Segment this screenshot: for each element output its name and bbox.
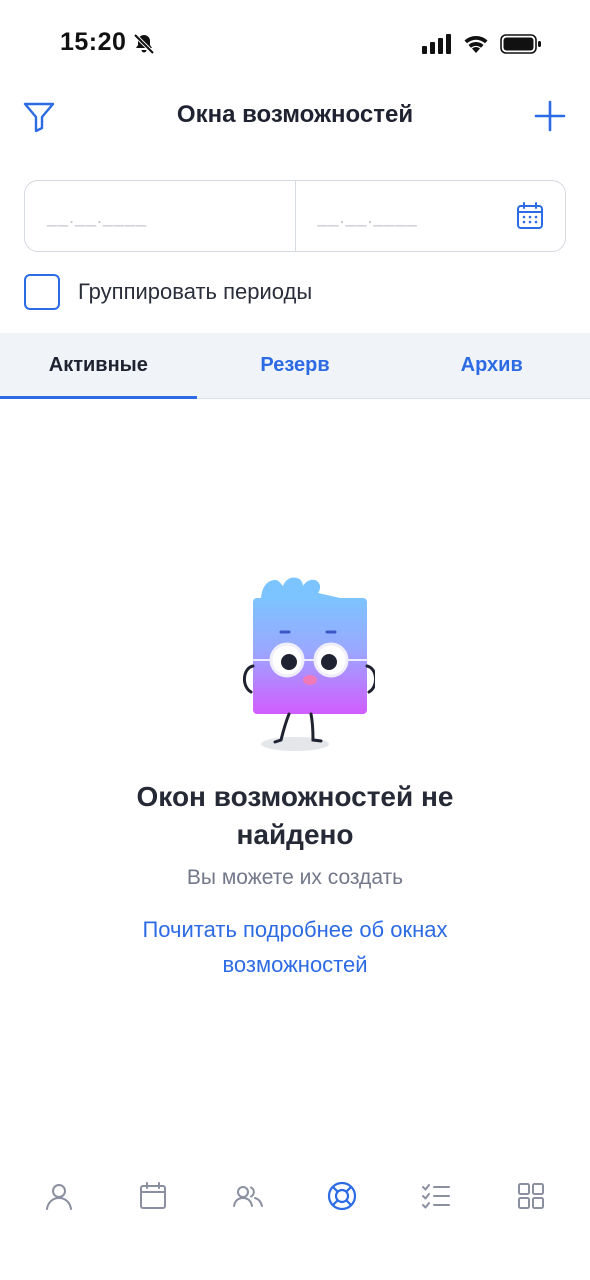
plus-icon[interactable] [532,98,568,134]
start-date-field[interactable]: __.__.____ [25,181,295,251]
grid-icon [517,1183,544,1209]
checklist-icon [422,1184,451,1209]
signal-icon [422,34,451,54]
nav-item-tasks[interactable] [411,1171,461,1221]
date-range-picker: __.__.____ __.__.____ [24,180,566,252]
status-time: 15:20 [60,28,127,56]
bell-slash-icon [133,33,155,55]
status-bar: 15:20 [0,0,590,88]
nav-item-calendar[interactable] [128,1171,178,1221]
group-periods-toggle[interactable]: Группировать периоды [24,274,312,310]
bottom-nav [0,1160,590,1232]
empty-state: Окон возможностей не найдено Вы можете и… [0,560,590,982]
nav-item-support[interactable] [317,1171,367,1221]
start-date-placeholder: __.__.____ [47,207,148,227]
calendar-icon [140,1182,167,1209]
nav-item-more[interactable] [506,1171,556,1221]
tab-archive[interactable]: Архив [393,333,590,398]
profile-icon [46,1184,73,1210]
calendar-icon[interactable] [515,201,545,231]
empty-state-title: Окон возможностей не найдено [136,781,454,850]
nav-header: Окна возможностей [0,88,590,144]
group-periods-label: Группировать периоды [78,279,313,304]
page-title: Окна возможностей [176,101,414,128]
group-periods-checkbox[interactable] [24,274,60,310]
nav-item-profile[interactable] [34,1171,84,1221]
end-date-placeholder: __.__.____ [317,207,418,227]
nav-item-users[interactable] [223,1171,273,1221]
tab-active[interactable]: Активные [0,333,197,399]
lifebuoy-icon [328,1181,357,1211]
users-icon [232,1186,263,1207]
empty-state-subtitle: Вы можете их создать [186,866,404,889]
tabs: Активные Резерв Архив [0,333,590,399]
mascot-illustration [243,577,375,751]
tab-reserve[interactable]: Резерв [197,333,394,398]
learn-more-link[interactable]: Почитать подробнее об окнах возможностей [105,912,485,982]
end-date-field[interactable]: __.__.____ [294,181,566,251]
wifi-icon [464,36,488,53]
battery-icon [500,34,541,54]
